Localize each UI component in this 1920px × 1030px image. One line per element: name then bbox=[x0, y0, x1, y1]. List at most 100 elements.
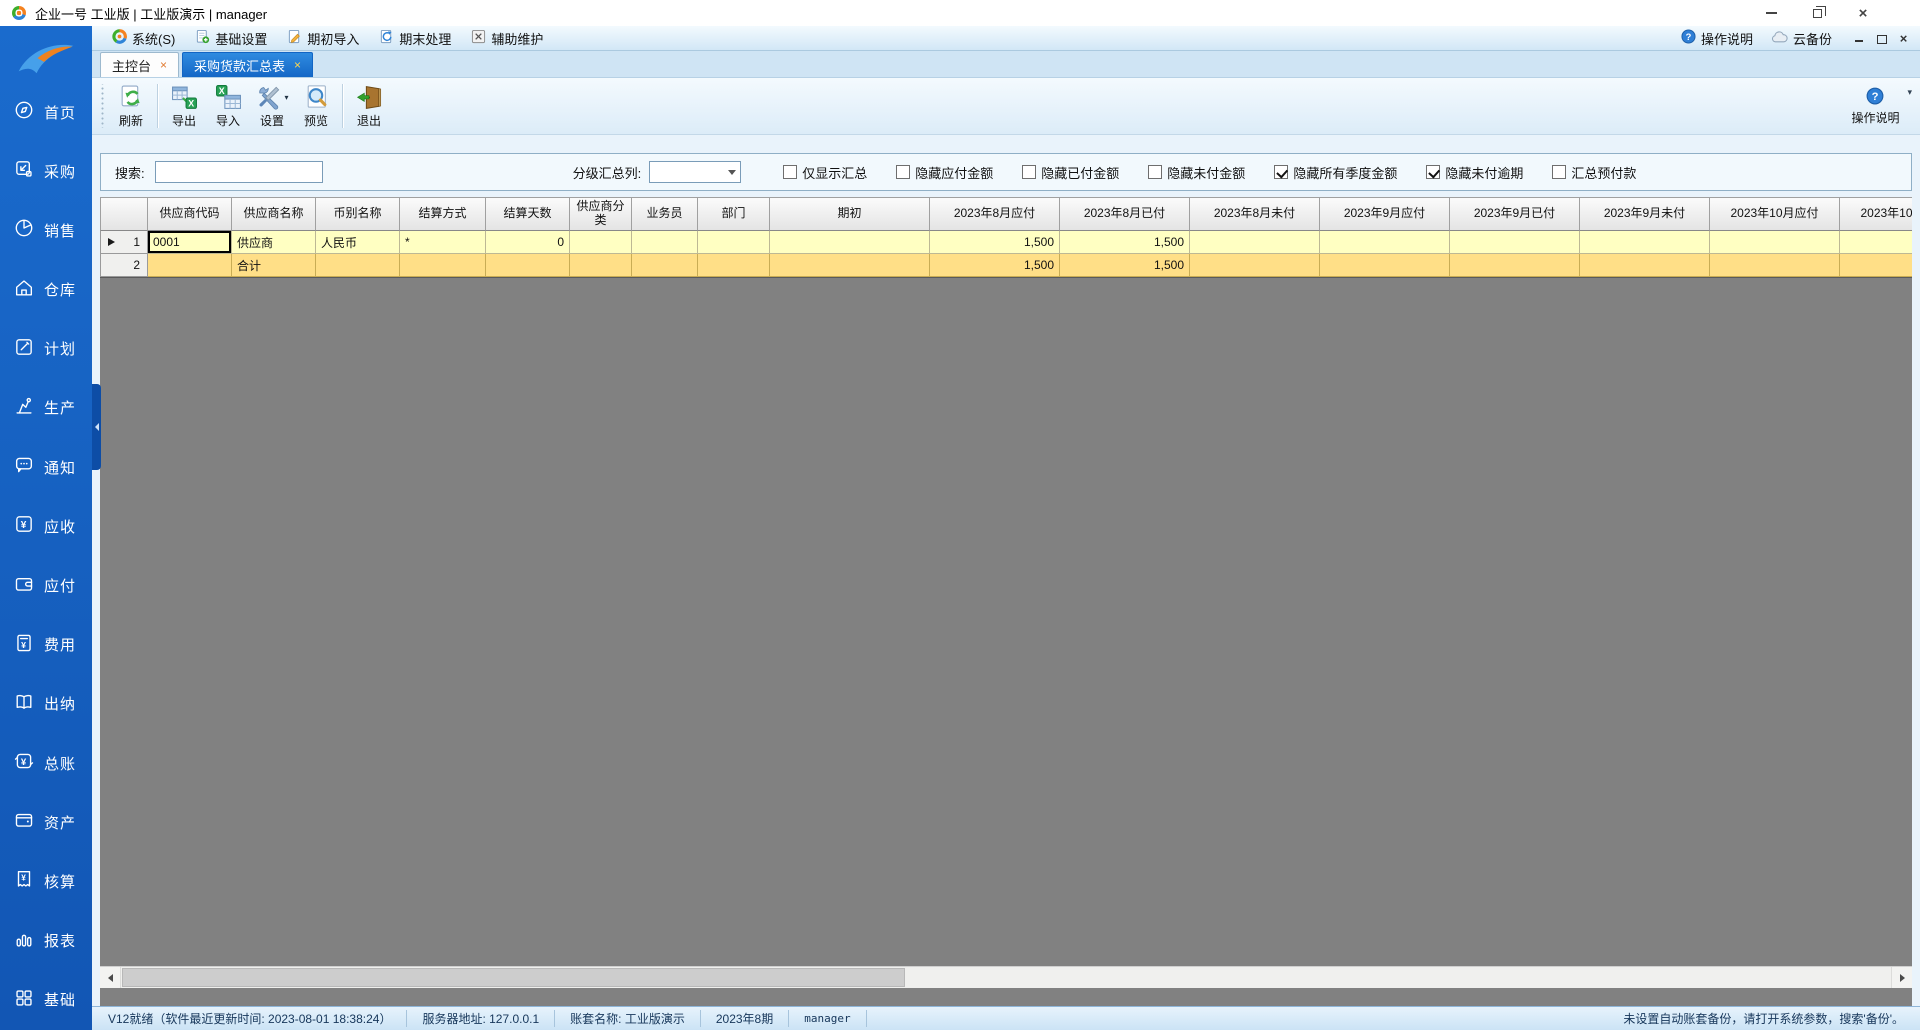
checkbox-hide-quarterly[interactable]: 隐藏所有季度金额 bbox=[1274, 163, 1397, 182]
checkbox-box[interactable] bbox=[896, 165, 911, 179]
cell-m8_unpaid[interactable] bbox=[1190, 254, 1320, 277]
cell-sales[interactable] bbox=[632, 231, 698, 254]
col-header-name[interactable]: 供应商名称 bbox=[232, 197, 316, 231]
menu-item-period-end[interactable]: 期末处理 bbox=[369, 26, 461, 50]
col-header-m10_pay[interactable]: 2023年10月应付 bbox=[1710, 197, 1840, 231]
sidebar-item-receivable[interactable]: ¥ 应收 bbox=[0, 508, 92, 544]
cell-currency[interactable]: 人民币 bbox=[316, 231, 400, 254]
checkbox-box[interactable] bbox=[1274, 165, 1289, 179]
search-input[interactable] bbox=[154, 161, 323, 183]
cell-m8_paid[interactable]: 1,500 bbox=[1060, 254, 1190, 277]
cell-m10_paid[interactable] bbox=[1840, 254, 1912, 277]
cell-sales[interactable] bbox=[632, 254, 698, 277]
cell-m9_pay[interactable] bbox=[1320, 231, 1450, 254]
checkbox-box[interactable] bbox=[1552, 165, 1567, 179]
selected-cell[interactable]: 0001 bbox=[148, 231, 232, 254]
checkbox-only-summary[interactable]: 仅显示汇总 bbox=[783, 163, 867, 182]
scroll-right-button[interactable] bbox=[1891, 967, 1912, 988]
close-tab-icon[interactable]: × bbox=[160, 59, 167, 71]
row-handle-cell[interactable]: 1 bbox=[100, 231, 148, 254]
mdi-minimize-button[interactable] bbox=[1853, 32, 1866, 45]
cell-m9_unpaid[interactable] bbox=[1580, 231, 1710, 254]
menu-item-help[interactable]: ? 操作说明 bbox=[1672, 29, 1762, 48]
cell-m8_pay[interactable]: 1,500 bbox=[930, 231, 1060, 254]
cell-opening[interactable] bbox=[770, 231, 930, 254]
menu-item-aux-maintenance[interactable]: 辅助维护 bbox=[461, 26, 553, 50]
row-handle-cell[interactable]: 2 bbox=[100, 254, 148, 277]
restore-button[interactable] bbox=[1794, 1, 1840, 26]
cell-method[interactable] bbox=[400, 254, 486, 277]
dropdown-caret-icon[interactable]: ▾ bbox=[284, 93, 288, 102]
cell-currency[interactable] bbox=[316, 254, 400, 277]
exit-button[interactable]: 退出 bbox=[347, 80, 391, 132]
sidebar-item-home[interactable]: 首页 bbox=[0, 94, 92, 130]
col-header-m9_unpaid[interactable]: 2023年9月未付 bbox=[1580, 197, 1710, 231]
close-tab-icon[interactable]: × bbox=[294, 59, 301, 71]
col-header-m8_unpaid[interactable]: 2023年8月未付 bbox=[1190, 197, 1320, 231]
sidebar-item-purchase[interactable]: 采购 bbox=[0, 153, 92, 189]
toolbar-help-button[interactable]: ? 操作说明 bbox=[1851, 87, 1899, 126]
menu-item-cloud-backup[interactable]: 云备份 bbox=[1762, 29, 1841, 48]
checkbox-hide-unpaid[interactable]: 隐藏未付金额 bbox=[1148, 163, 1245, 182]
refresh-button[interactable]: 刷新 bbox=[109, 80, 153, 132]
sidebar-item-notice[interactable]: 通知 bbox=[0, 449, 92, 485]
mdi-restore-button[interactable] bbox=[1875, 32, 1888, 45]
sidebar-collapse-handle[interactable] bbox=[92, 384, 101, 470]
cell-m10_pay[interactable] bbox=[1710, 254, 1840, 277]
scrollbar-thumb[interactable] bbox=[122, 968, 905, 987]
col-header-code[interactable]: 供应商代码 bbox=[148, 197, 232, 231]
checkbox-hide-payable[interactable]: 隐藏应付金额 bbox=[896, 163, 993, 182]
cell-category[interactable] bbox=[570, 254, 632, 277]
checkbox-box[interactable] bbox=[783, 165, 798, 179]
col-header-method[interactable]: 结算方式 bbox=[400, 197, 486, 231]
export-button[interactable]: X 导出 bbox=[162, 80, 206, 132]
cell-days[interactable] bbox=[486, 254, 570, 277]
sidebar-item-cashier[interactable]: 出纳 bbox=[0, 686, 92, 722]
sidebar-item-ledger[interactable]: ¥ 总账 bbox=[0, 745, 92, 781]
sidebar-item-asset[interactable]: 资产 bbox=[0, 804, 92, 840]
col-header-m8_paid[interactable]: 2023年8月已付 bbox=[1060, 197, 1190, 231]
col-header-category[interactable]: 供应商分类 bbox=[570, 197, 632, 231]
col-header-days[interactable]: 结算天数 bbox=[486, 197, 570, 231]
menu-item-opening-import[interactable]: 期初导入 bbox=[277, 26, 369, 50]
cell-dept[interactable] bbox=[698, 254, 770, 277]
close-button[interactable]: × bbox=[1840, 1, 1886, 26]
cell-name[interactable]: 合计 bbox=[232, 254, 316, 277]
sidebar-item-basic[interactable]: 基础 bbox=[0, 982, 92, 1018]
cell-m8_paid[interactable]: 1,500 bbox=[1060, 231, 1190, 254]
col-header-m9_paid[interactable]: 2023年9月已付 bbox=[1450, 197, 1580, 231]
checkbox-box[interactable] bbox=[1022, 165, 1037, 179]
minimize-button[interactable] bbox=[1748, 1, 1794, 26]
mdi-close-button[interactable]: × bbox=[1897, 32, 1910, 45]
group-summary-select[interactable] bbox=[649, 161, 742, 183]
import-button[interactable]: X 导入 bbox=[206, 80, 250, 132]
cell-m9_unpaid[interactable] bbox=[1580, 254, 1710, 277]
checkbox-hide-paid[interactable]: 隐藏已付金额 bbox=[1022, 163, 1119, 182]
horizontal-scrollbar[interactable] bbox=[100, 966, 1912, 988]
cell-m10_pay[interactable] bbox=[1710, 231, 1840, 254]
sidebar-item-report[interactable]: 报表 bbox=[0, 923, 92, 959]
cell-m10_paid[interactable] bbox=[1840, 231, 1912, 254]
scroll-left-button[interactable] bbox=[100, 967, 121, 988]
cell-m8_unpaid[interactable] bbox=[1190, 231, 1320, 254]
tab-main-console[interactable]: 主控台 × bbox=[100, 52, 180, 77]
col-header-sales[interactable]: 业务员 bbox=[632, 197, 698, 231]
cell-code[interactable] bbox=[148, 254, 232, 277]
sidebar-item-plan[interactable]: 计划 bbox=[0, 331, 92, 367]
menu-item-system[interactable]: 系统(S) bbox=[102, 26, 185, 50]
checkbox-summarize-prepay[interactable]: 汇总预付款 bbox=[1552, 163, 1636, 182]
col-header-m10_paid[interactable]: 2023年10月已付 bbox=[1840, 197, 1912, 231]
cell-opening[interactable] bbox=[770, 254, 930, 277]
settings-button[interactable]: ▾ 设置 bbox=[250, 80, 294, 132]
sidebar-item-warehouse[interactable]: 仓库 bbox=[0, 272, 92, 308]
cell-category[interactable] bbox=[570, 231, 632, 254]
sidebar-item-sales[interactable]: 销售 bbox=[0, 212, 92, 248]
cell-m9_pay[interactable] bbox=[1320, 254, 1450, 277]
checkbox-box[interactable] bbox=[1426, 165, 1441, 179]
col-header-opening[interactable]: 期初 bbox=[770, 197, 930, 231]
sidebar-item-payable[interactable]: 应付 bbox=[0, 568, 92, 604]
col-header-m9_pay[interactable]: 2023年9月应付 bbox=[1320, 197, 1450, 231]
col-header-dept[interactable]: 部门 bbox=[698, 197, 770, 231]
cell-dept[interactable] bbox=[698, 231, 770, 254]
tab-purchase-payment-summary[interactable]: 采购货款汇总表 × bbox=[182, 52, 314, 77]
